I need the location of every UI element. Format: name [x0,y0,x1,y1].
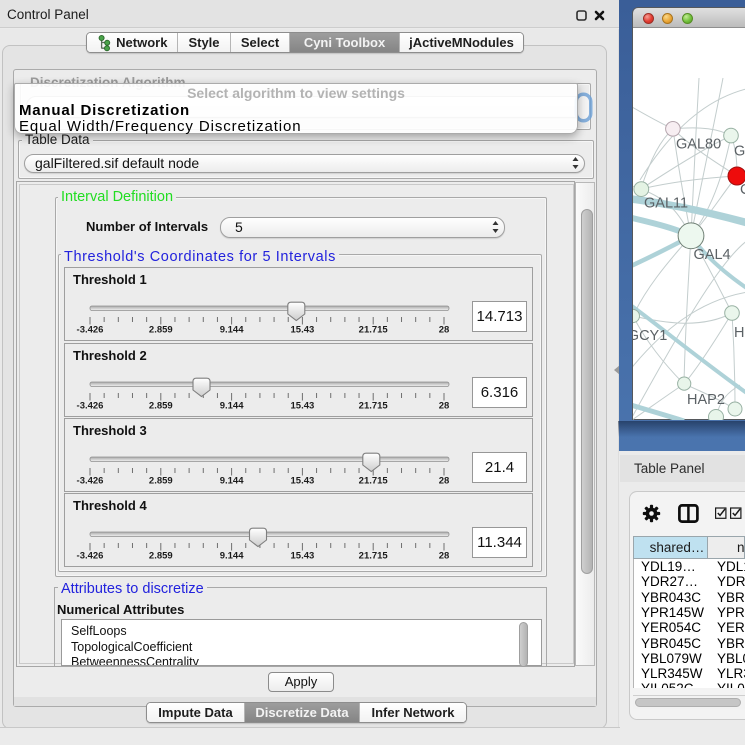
svg-text:-3.426: -3.426 [77,325,104,336]
svg-text:28: 28 [439,325,450,336]
svg-text:HAP2: HAP2 [687,392,725,408]
svg-text:21.715: 21.715 [359,325,389,336]
svg-text:9.144: 9.144 [220,325,244,336]
svg-text:21.715: 21.715 [359,401,389,412]
svg-text:GAL11: GAL11 [644,196,688,212]
svg-text:28: 28 [439,401,450,412]
svg-text:9.144: 9.144 [220,476,244,487]
svg-text:9.144: 9.144 [220,401,244,412]
svg-text:21.715: 21.715 [359,476,389,487]
svg-text:G.: G. [734,144,745,160]
svg-text:-3.426: -3.426 [77,476,104,487]
svg-text:15.43: 15.43 [291,476,315,487]
svg-text:15.43: 15.43 [291,401,315,412]
svg-text:H: H [734,325,744,341]
svg-text:2.859: 2.859 [149,551,173,562]
svg-text:15.43: 15.43 [291,551,315,562]
svg-text:-3.426: -3.426 [77,551,104,562]
svg-text:2.859: 2.859 [149,401,173,412]
svg-text:28: 28 [439,476,450,487]
svg-text:GAL4: GAL4 [694,247,731,263]
svg-text:GAL80: GAL80 [676,137,721,153]
svg-text:21.715: 21.715 [359,551,389,562]
svg-text:9.144: 9.144 [220,551,244,562]
svg-text:2.859: 2.859 [149,325,173,336]
svg-text:15.43: 15.43 [291,325,315,336]
svg-text:-3.426: -3.426 [77,401,104,412]
svg-text:C: C [740,182,745,198]
svg-text:GCY1: GCY1 [633,328,667,344]
svg-text:28: 28 [439,551,450,562]
svg-text:2.859: 2.859 [149,476,173,487]
